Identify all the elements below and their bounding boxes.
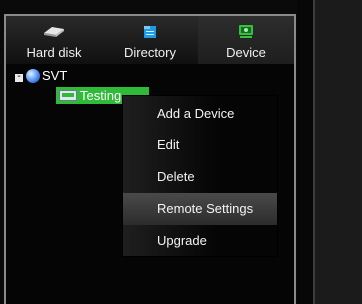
menu-item-add-device-label: Add a Device [157,106,235,121]
tab-hard-disk[interactable]: Hard disk [6,16,102,64]
tab-directory-label: Directory [123,45,176,60]
directory-icon [142,24,158,43]
context-menu: Add a Device Edit Delete Remote Settings… [123,96,277,256]
globe-icon [26,69,40,83]
dvr-device-icon [59,90,77,101]
menu-item-remote-settings[interactable]: Remote Settings [123,193,277,225]
hard-disk-icon [42,24,66,41]
collapse-icon[interactable]: - [15,72,23,82]
tab-device[interactable]: Device [198,16,294,64]
menu-item-remote-settings-label: Remote Settings [157,201,254,216]
menu-item-upgrade-label: Upgrade [157,233,207,248]
menu-item-edit-label: Edit [157,137,180,152]
tab-device-label: Device [226,45,266,60]
device-icon [238,24,254,43]
tab-bar: Hard disk Directory Device [6,16,294,64]
tab-directory[interactable]: Directory [102,16,198,64]
tree-root-label[interactable]: SVT [42,68,67,83]
tree-item-device-label: Testing [80,88,122,103]
menu-item-add-device[interactable]: Add a Device [123,98,277,130]
menu-item-edit[interactable]: Edit [123,129,277,161]
right-panel [315,0,362,304]
menu-item-delete-label: Delete [157,169,195,184]
menu-item-upgrade[interactable]: Upgrade [123,225,277,257]
tab-hard-disk-label: Hard disk [26,45,82,60]
menu-item-delete[interactable]: Delete [123,161,277,193]
